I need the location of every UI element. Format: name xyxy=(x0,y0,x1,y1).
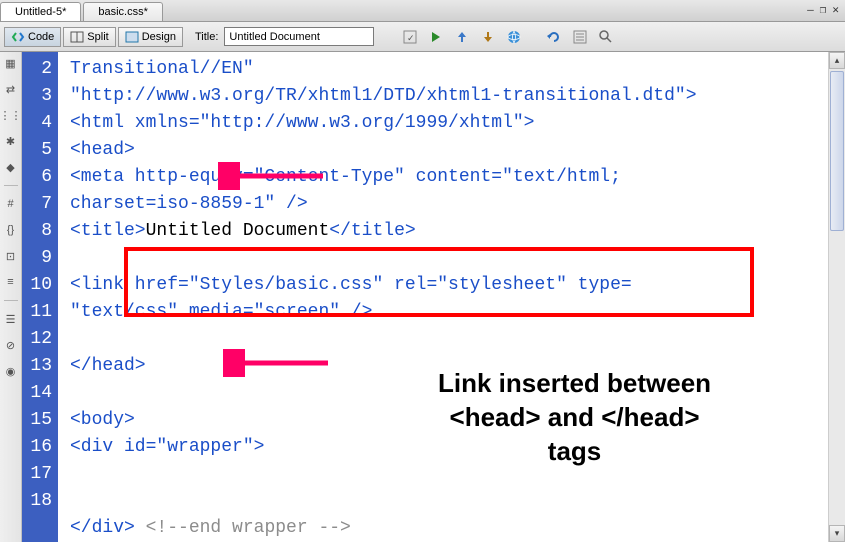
tool-icon-9[interactable]: ≡ xyxy=(3,274,19,290)
validate-icon[interactable]: ✓ xyxy=(400,27,420,47)
scroll-down-button[interactable]: ▾ xyxy=(829,525,845,542)
main-area: ▦ ⇄ ⋮⋮ ✱ ◆ # {} ⊡ ≡ ☰ ⊘ ◉ 2 3 4 5 6 7 8 … xyxy=(0,52,845,542)
download-icon[interactable] xyxy=(478,27,498,47)
search-icon[interactable] xyxy=(596,27,616,47)
tool-icon-1[interactable]: ▦ xyxy=(3,55,19,71)
tab-bar: Untitled-5* basic.css* – ❐ ✕ xyxy=(0,0,845,22)
scroll-track[interactable] xyxy=(829,69,845,525)
title-label: Title: xyxy=(195,31,218,43)
tool-icon-11[interactable]: ⊘ xyxy=(3,337,19,353)
tool-icon-7[interactable]: {} xyxy=(3,222,19,238)
window-controls: – ❐ ✕ xyxy=(807,3,839,16)
tool-icon-8[interactable]: ⊡ xyxy=(3,248,19,264)
view-design-button[interactable]: Design xyxy=(118,27,183,47)
vertical-scrollbar[interactable]: ▴ ▾ xyxy=(828,52,845,542)
svg-text:✓: ✓ xyxy=(407,33,415,43)
split-view-icon xyxy=(70,31,84,43)
view-split-label: Split xyxy=(87,31,108,43)
tool-icon-3[interactable]: ⋮⋮ xyxy=(3,107,19,123)
tool-icon-10[interactable]: ☰ xyxy=(3,311,19,327)
scroll-up-button[interactable]: ▴ xyxy=(829,52,845,69)
gutter-separator-2 xyxy=(4,300,18,301)
refresh-icon[interactable] xyxy=(544,27,564,47)
code-content[interactable]: Transitional//EN" "http://www.w3.org/TR/… xyxy=(58,52,828,542)
view-code-label: Code xyxy=(28,31,54,43)
minimize-icon[interactable]: – xyxy=(807,3,814,16)
tab-untitled[interactable]: Untitled-5* xyxy=(0,2,81,21)
tool-icon-5[interactable]: ◆ xyxy=(3,159,19,175)
play-icon[interactable] xyxy=(426,27,446,47)
code-editor[interactable]: 2 3 4 5 6 7 8 9 10 11 12 13 14 15 16 17 … xyxy=(22,52,845,542)
upload-icon[interactable] xyxy=(452,27,472,47)
globe-icon[interactable] xyxy=(504,27,524,47)
tool-icon-12[interactable]: ◉ xyxy=(3,363,19,379)
list-icon[interactable] xyxy=(570,27,590,47)
tool-icon-6[interactable]: # xyxy=(3,196,19,212)
title-input[interactable] xyxy=(224,27,374,46)
design-view-icon xyxy=(125,31,139,43)
view-design-label: Design xyxy=(142,31,176,43)
code-view-icon xyxy=(11,31,25,43)
restore-icon[interactable]: ❐ xyxy=(820,3,827,16)
tool-icon-2[interactable]: ⇄ xyxy=(3,81,19,97)
tab-basic-css[interactable]: basic.css* xyxy=(83,2,163,21)
scroll-thumb[interactable] xyxy=(830,71,844,231)
line-number-gutter: 2 3 4 5 6 7 8 9 10 11 12 13 14 15 16 17 … xyxy=(22,52,58,542)
toolbar: Code Split Design Title: ✓ xyxy=(0,22,845,52)
view-split-button[interactable]: Split xyxy=(63,27,115,47)
view-code-button[interactable]: Code xyxy=(4,27,61,47)
left-gutter: ▦ ⇄ ⋮⋮ ✱ ◆ # {} ⊡ ≡ ☰ ⊘ ◉ xyxy=(0,52,22,542)
gutter-separator xyxy=(4,185,18,186)
close-icon[interactable]: ✕ xyxy=(832,3,839,16)
tool-icon-4[interactable]: ✱ xyxy=(3,133,19,149)
code-wrap: Transitional//EN" "http://www.w3.org/TR/… xyxy=(58,52,828,542)
